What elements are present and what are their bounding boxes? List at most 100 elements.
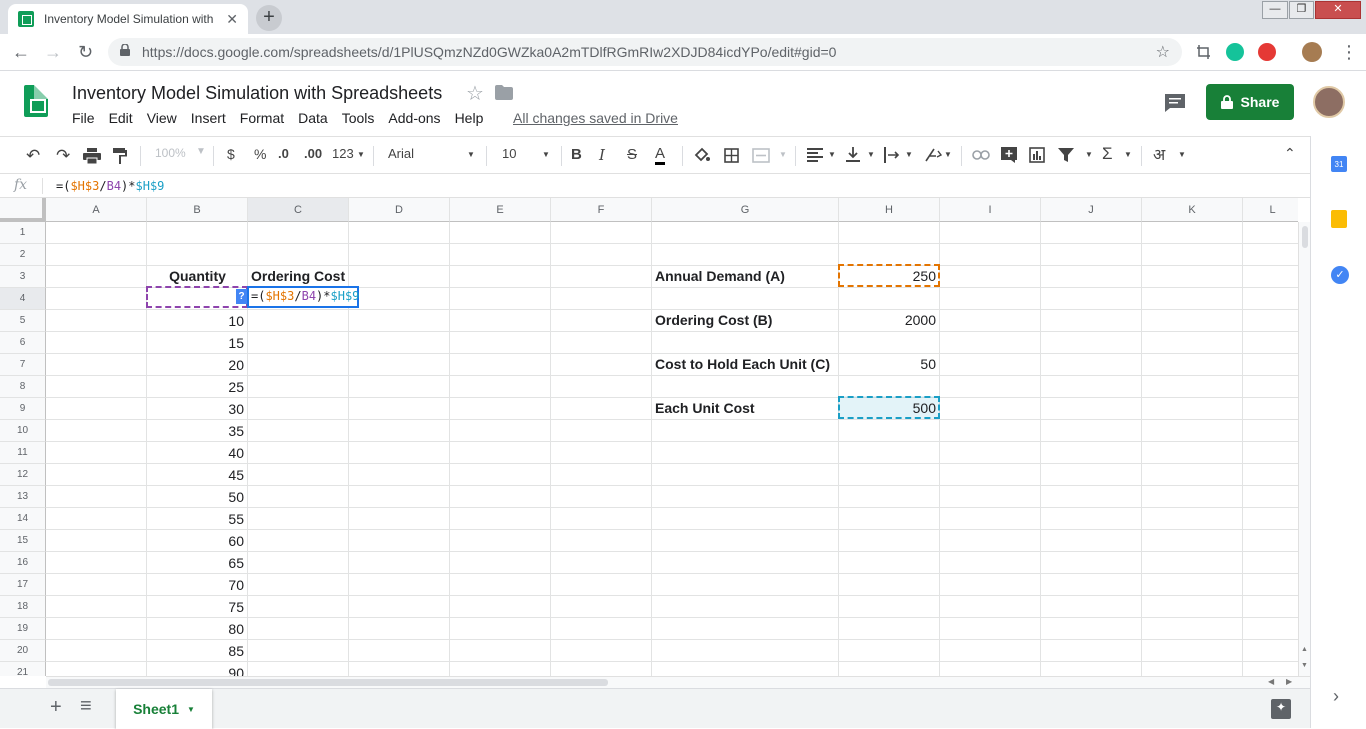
quantity-cell[interactable]: 30 bbox=[147, 398, 247, 420]
menu-tools[interactable]: Tools bbox=[342, 110, 375, 126]
row-header-17[interactable]: 17 bbox=[0, 574, 46, 596]
text-wrapping-icon[interactable] bbox=[884, 147, 900, 163]
keep-icon[interactable] bbox=[1331, 210, 1347, 228]
extension-power-icon[interactable] bbox=[1258, 43, 1276, 61]
row-header-13[interactable]: 13 bbox=[0, 486, 46, 508]
decrease-decimal-button[interactable]: .0 bbox=[278, 146, 289, 161]
row-header-7[interactable]: 7 bbox=[0, 354, 46, 376]
save-status-link[interactable]: All changes saved in Drive bbox=[513, 110, 678, 126]
paint-format-icon[interactable] bbox=[113, 148, 127, 164]
add-sheet-button[interactable]: + bbox=[50, 696, 62, 719]
menu-edit[interactable]: Edit bbox=[109, 110, 133, 126]
filter-icon[interactable] bbox=[1058, 148, 1074, 162]
collapse-toolbar-icon[interactable]: ⌃ bbox=[1284, 145, 1296, 162]
expand-side-panel-icon[interactable]: › bbox=[1333, 686, 1339, 707]
row-header-11[interactable]: 11 bbox=[0, 442, 46, 464]
zoom-select[interactable]: 100% bbox=[155, 146, 186, 160]
column-header-a[interactable]: A bbox=[46, 198, 147, 222]
row-header-1[interactable]: 1 bbox=[0, 222, 46, 244]
font-family-select[interactable]: Arial bbox=[388, 146, 414, 161]
row-header-5[interactable]: 5 bbox=[0, 310, 46, 332]
quantity-cell[interactable]: 40 bbox=[147, 442, 247, 464]
column-header-h[interactable]: H bbox=[839, 198, 940, 222]
quantity-cell[interactable]: 10 bbox=[147, 310, 247, 332]
menu-file[interactable]: File bbox=[72, 110, 95, 126]
column-header-i[interactable]: I bbox=[940, 198, 1041, 222]
quantity-cell[interactable]: 85 bbox=[147, 640, 247, 662]
quantity-cell[interactable]: 35 bbox=[147, 420, 247, 442]
chevron-down-icon[interactable]: ▼ bbox=[187, 705, 195, 714]
vertical-align-icon[interactable] bbox=[846, 147, 860, 163]
column-header-j[interactable]: J bbox=[1041, 198, 1142, 222]
menu-view[interactable]: View bbox=[147, 110, 177, 126]
browser-menu-icon[interactable]: ⋮ bbox=[1340, 42, 1358, 63]
quantity-cell[interactable]: 45 bbox=[147, 464, 247, 486]
quantity-cell[interactable]: 65 bbox=[147, 552, 247, 574]
scroll-up-icon[interactable]: ▲ bbox=[1301, 646, 1308, 653]
quantity-cell[interactable]: 25 bbox=[147, 376, 247, 398]
print-icon[interactable] bbox=[83, 148, 101, 164]
menu-insert[interactable]: Insert bbox=[191, 110, 226, 126]
param-label-annual-demand[interactable]: Annual Demand (A) bbox=[652, 265, 788, 287]
insert-link-icon[interactable] bbox=[972, 149, 990, 161]
forward-arrow-icon[interactable]: → bbox=[44, 42, 62, 63]
param-value-annual-demand[interactable]: 250 bbox=[839, 265, 939, 287]
close-window-button[interactable]: ✕ bbox=[1315, 1, 1361, 19]
row-header-18[interactable]: 18 bbox=[0, 596, 46, 618]
vertical-scroll-thumb[interactable] bbox=[1302, 226, 1308, 248]
menu-format[interactable]: Format bbox=[240, 110, 284, 126]
undo-icon[interactable]: ↶ bbox=[26, 146, 40, 166]
account-avatar[interactable] bbox=[1313, 86, 1345, 118]
share-button[interactable]: Share bbox=[1206, 84, 1294, 120]
text-color-button[interactable]: A bbox=[655, 146, 666, 165]
row-header-6[interactable]: 6 bbox=[0, 332, 46, 354]
folder-icon[interactable] bbox=[495, 85, 513, 100]
quantity-cell[interactable]: 60 bbox=[147, 530, 247, 552]
horizontal-scroll-thumb[interactable] bbox=[48, 679, 608, 686]
calendar-icon[interactable]: 31 bbox=[1331, 156, 1347, 172]
header-ordering-cost-cell[interactable]: Ordering Cost bbox=[248, 265, 358, 287]
star-icon[interactable]: ☆ bbox=[466, 81, 484, 106]
row-header-9[interactable]: 9 bbox=[0, 398, 46, 420]
redo-icon[interactable]: ↷ bbox=[56, 146, 70, 166]
document-title[interactable]: Inventory Model Simulation with Spreadsh… bbox=[72, 83, 442, 104]
comments-icon[interactable] bbox=[1164, 93, 1186, 113]
quantity-cell[interactable]: 70 bbox=[147, 574, 247, 596]
back-arrow-icon[interactable]: ← bbox=[12, 42, 30, 63]
extension-crop-icon[interactable] bbox=[1195, 43, 1213, 61]
row-header-21[interactable]: 21 bbox=[0, 662, 46, 676]
currency-format-button[interactable]: $ bbox=[227, 146, 235, 162]
italic-button[interactable]: I bbox=[599, 146, 605, 164]
horizontal-scrollbar[interactable]: ◀ ▶ bbox=[46, 676, 1310, 688]
param-value-holding-cost[interactable]: 50 bbox=[839, 353, 939, 375]
formula-help-icon[interactable]: ? bbox=[236, 289, 247, 304]
tasks-icon[interactable]: ✓ bbox=[1331, 266, 1349, 284]
insert-chart-icon[interactable] bbox=[1029, 147, 1045, 163]
row-header-4[interactable]: 4 bbox=[0, 288, 46, 310]
quantity-cell[interactable]: 50 bbox=[147, 486, 247, 508]
row-header-10[interactable]: 10 bbox=[0, 420, 46, 442]
bookmark-star-icon[interactable]: ☆ bbox=[1156, 42, 1170, 62]
header-quantity-cell[interactable]: Quantity bbox=[147, 265, 248, 287]
insert-comment-icon[interactable] bbox=[1001, 147, 1017, 163]
menu-help[interactable]: Help bbox=[455, 110, 484, 126]
active-cell-editor[interactable]: =($H$3/B4)*$H$9 bbox=[247, 286, 359, 308]
menu-addons[interactable]: Add-ons bbox=[388, 110, 440, 126]
column-header-d[interactable]: D bbox=[349, 198, 450, 222]
merge-cells-icon[interactable] bbox=[752, 148, 770, 163]
column-header-l[interactable]: L bbox=[1243, 198, 1298, 222]
row-header-8[interactable]: 8 bbox=[0, 376, 46, 398]
reload-icon[interactable]: ↻ bbox=[78, 42, 93, 63]
scroll-right-icon[interactable]: ▶ bbox=[1286, 677, 1292, 686]
profile-avatar[interactable] bbox=[1302, 42, 1322, 62]
row-header-3[interactable]: 3 bbox=[0, 266, 46, 288]
vertical-scrollbar[interactable]: ▲ ▼ bbox=[1298, 222, 1310, 676]
select-all-corner[interactable] bbox=[0, 198, 46, 222]
column-header-k[interactable]: K bbox=[1142, 198, 1243, 222]
row-header-15[interactable]: 15 bbox=[0, 530, 46, 552]
param-label-ordering-cost[interactable]: Ordering Cost (B) bbox=[652, 309, 775, 331]
quantity-cell[interactable]: 90 bbox=[147, 662, 247, 676]
param-label-unit-cost[interactable]: Each Unit Cost bbox=[652, 397, 758, 419]
param-value-ordering-cost[interactable]: 2000 bbox=[839, 309, 939, 331]
quantity-cell[interactable]: 20 bbox=[147, 354, 247, 376]
